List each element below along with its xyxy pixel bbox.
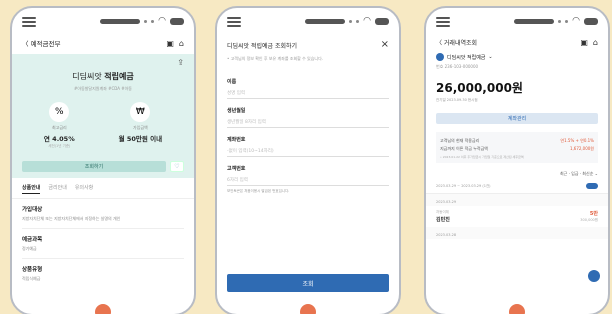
page-title[interactable]: 〈 거래내역조회 [436, 38, 477, 47]
share-icon[interactable]: ⇪ [22, 58, 184, 67]
phone-inquiry-form: ◠ 디딤씨앗 적립예금 조회하기 × • 고객님의 정보 확인 후 보유 계좌를… [215, 6, 401, 314]
coin-icon: ₩ [130, 102, 151, 122]
phone-product-detail: ◠ 〈 예적금전부 ▣ ⌂ ⇪ 디딤씨앗 적립예금 #아동발달지원계좌 #CDA… [10, 6, 196, 314]
balance-date: 잔기일 2023.09.30 현시점 [436, 98, 478, 102]
date-header: 2023.03.29 [426, 194, 608, 206]
name-field: 이름 성명 입력 [217, 78, 399, 99]
home-icon[interactable]: ⌂ [179, 39, 184, 48]
submit-button[interactable]: 조회 [227, 274, 389, 292]
inquire-button[interactable]: 조회하기 [22, 161, 166, 172]
wifi-icon: ◠ [158, 15, 166, 26]
home-icon[interactable]: ⌂ [593, 38, 598, 47]
help-text: 보안토큰은 처음이용시 발급된 번호입니다. [227, 189, 290, 193]
battery-icon [375, 17, 389, 25]
wifi-icon: ◠ [363, 15, 371, 26]
birthdate-field: 생년월일 생년월일 8자리 입력 [217, 107, 399, 128]
notch-pill [100, 18, 141, 24]
account-number: 번호 236-103-000000 [436, 64, 479, 69]
home-indicator [300, 304, 316, 314]
product-hero: ⇪ 디딤씨앗 적립예금 #아동발달지원계좌 #CDA #아동 % 최고금리 연 … [12, 54, 194, 178]
product-tags: #아동발달지원계좌 #CDA #아동 [74, 86, 132, 91]
menu-icon[interactable] [227, 16, 241, 27]
account-selector[interactable]: 디딤씨앗 적립예금 ⌄ [426, 51, 608, 63]
battery-icon [584, 17, 598, 25]
account-manage-button[interactable]: 계좌관리 [436, 113, 598, 124]
header: 디딤씨앗 적립예금 조회하기 × [217, 34, 399, 56]
balance: 26,000,000원 [436, 81, 523, 95]
period-row: 2023.03.29 ~ 2023.03.29 (1건) [426, 177, 608, 194]
tab-notes[interactable]: 유의사항 [75, 184, 93, 194]
transaction-row[interactable]: 자동이체 김민진 5만 300,000원 [426, 206, 608, 227]
home-indicator [509, 304, 525, 314]
status-bar: ◠ [12, 8, 194, 34]
heart-icon[interactable]: ♡ [170, 161, 184, 172]
chat-icon[interactable]: ▣ [580, 38, 588, 47]
filter-dropdown[interactable]: 최근 · 입금 · 최신순 ⌄ [426, 163, 608, 177]
percent-icon: % [49, 102, 70, 122]
menu-icon[interactable] [436, 16, 450, 27]
rate-summary: % 최고금리 연 4.05% 세전(1년 기준) [44, 102, 75, 149]
home-indicator [95, 304, 111, 314]
customer-number-field: 고객번호 6자리 입력 보안토큰은 처음이용시 발급된 번호입니다. [217, 165, 399, 194]
chevron-down-icon: ⌄ [488, 54, 493, 60]
customer-number-input[interactable]: 6자리 입력 [227, 174, 389, 186]
wifi-icon: ◠ [572, 15, 580, 26]
birthdate-input[interactable]: 생년월일 8자리 입력 [227, 116, 389, 128]
product-name: 디딤씨앗 적립예금 [72, 72, 134, 81]
close-icon[interactable]: × [381, 40, 389, 50]
bank-logo-icon [436, 53, 444, 61]
account-field: 계좌번호 -없이 입력(10~14자리) [217, 136, 399, 157]
header: 〈 예적금전부 ▣ ⌂ [12, 34, 194, 54]
date-header: 2023.03.28 [426, 227, 608, 239]
tab-bar: 상품안내 금리안내 유의사항 [12, 178, 194, 199]
header: 〈 거래내역조회 ▣ ⌂ [426, 34, 608, 51]
status-bar: ◠ [426, 8, 608, 34]
tab-product-info[interactable]: 상품안내 [22, 184, 41, 194]
tab-rate-info[interactable]: 금리안내 [48, 184, 66, 194]
phone-transaction-history: ◠ 〈 거래내역조회 ▣ ⌂ 디딤씨앗 적립예금 ⌄ 번호 236-103-000… [424, 6, 610, 314]
info-section: 가입대상 지방자치단체 또는 지방자치단체에서 지정하는 실명의 개인 [12, 199, 194, 229]
status-bar: ◠ [217, 8, 399, 34]
limit-summary: ₩ 가입금액 월 50만원 이내 [119, 102, 162, 149]
battery-icon [170, 17, 184, 25]
name-input[interactable]: 성명 입력 [227, 87, 389, 99]
toggle-switch[interactable] [586, 183, 598, 189]
account-input[interactable]: -없이 입력(10~14자리) [227, 145, 389, 157]
chat-icon[interactable]: ▣ [166, 39, 174, 48]
floating-action-button[interactable] [588, 270, 600, 282]
page-title: 디딤씨앗 적립예금 조회하기 [227, 42, 298, 50]
info-section: 상품유형 적립식예금 [22, 267, 43, 281]
rate-info-box: 고객님의 현재 적용금리 연1.5% + 연0.1% 지금까지 이른 적금 누적금… [436, 132, 598, 163]
info-section: 예금과목 정기예금 [12, 229, 194, 259]
menu-icon[interactable] [22, 16, 36, 27]
notice-text: • 고객님의 정보 확인 후 보유 계좌를 조회할 수 있습니다. [227, 56, 324, 61]
page-title[interactable]: 〈 예적금전부 [22, 38, 60, 48]
